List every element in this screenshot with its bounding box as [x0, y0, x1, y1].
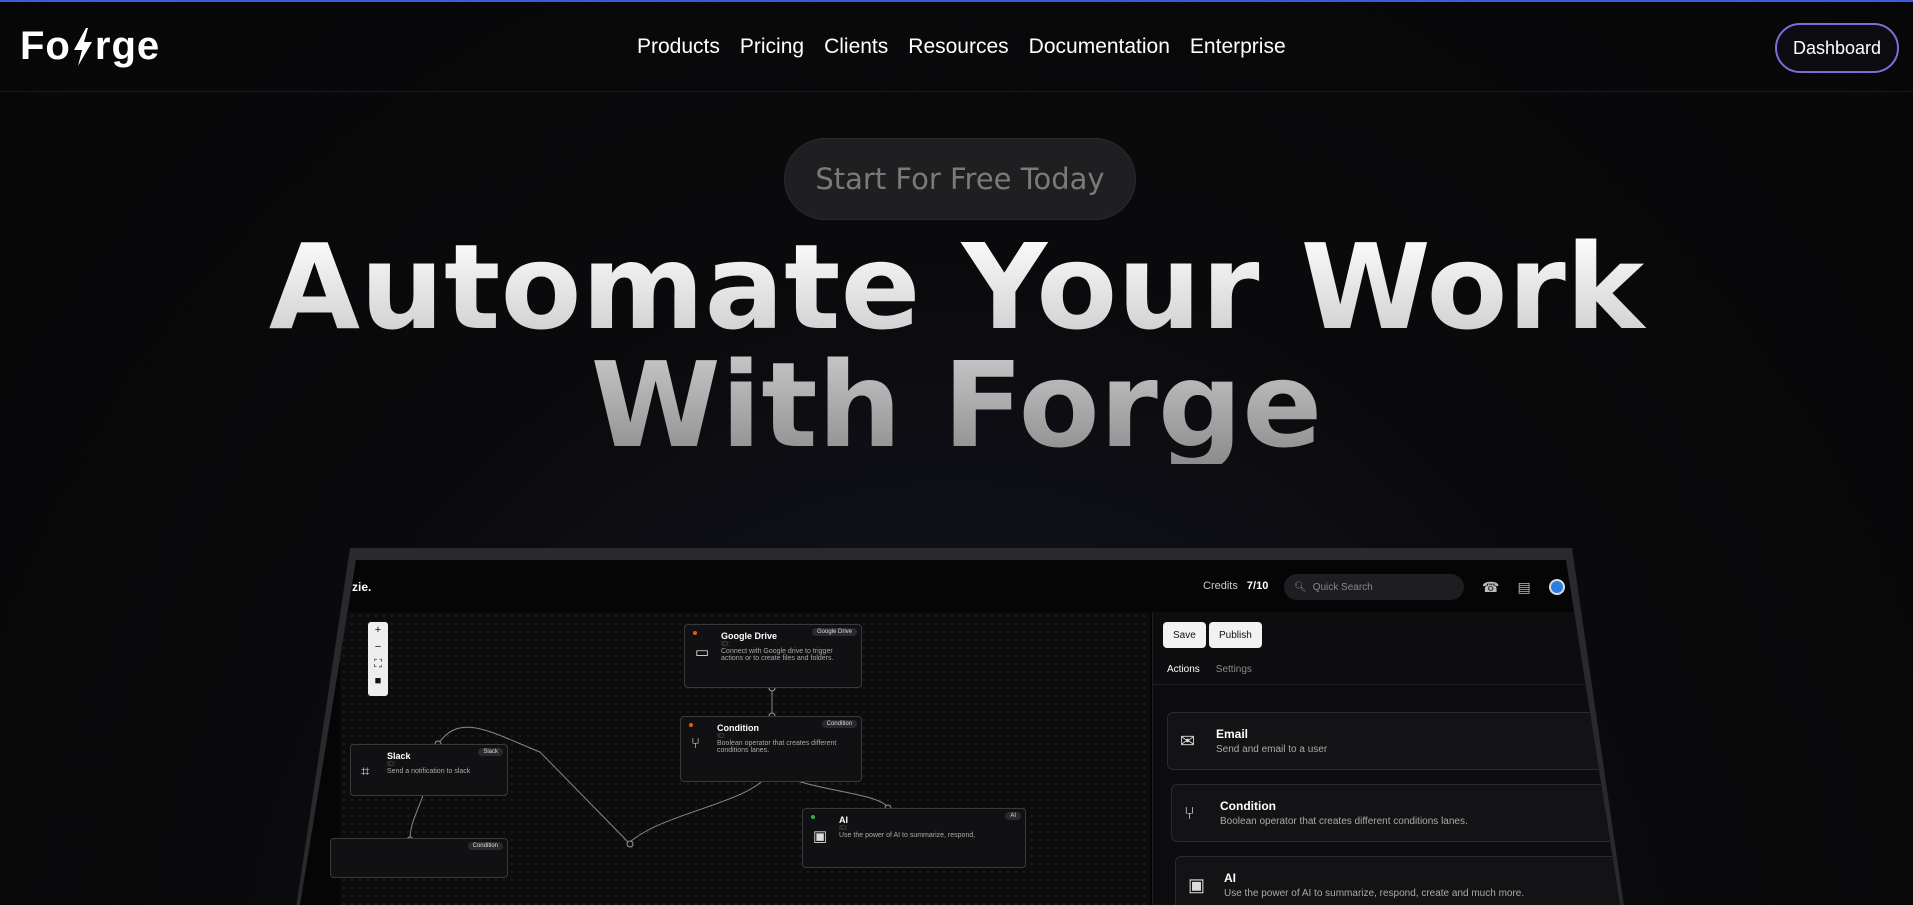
node-id: ID:	[717, 733, 726, 740]
hero-heading: Automate Your Work With Forge	[0, 228, 1913, 464]
ai-icon: ▣	[1188, 875, 1206, 895]
publish-button[interactable]: Publish	[1209, 622, 1262, 648]
action-title: AI	[1224, 871, 1236, 885]
credits-label: Credits	[1203, 580, 1238, 592]
app-preview: zie. Credits 7/10 🔍︎ Quick Search ☎ ▤ ⌂ …	[300, 560, 1620, 905]
node-id: ID:	[839, 825, 848, 832]
node-slack[interactable]: ⌗ Slack Slack ID: Send a notification to…	[350, 744, 508, 796]
branch-icon: ⑂	[1184, 803, 1195, 823]
slack-icon: ⌗	[361, 763, 370, 780]
node-title: AI	[839, 815, 848, 825]
node-ai[interactable]: ▣ AI AI ID: Use the power of AI to summa…	[802, 808, 1026, 868]
drive-icon: ▭	[695, 644, 710, 661]
app-toolbar-icons: ☎ ▤	[1482, 579, 1565, 596]
node-tag: Slack	[478, 748, 503, 756]
action-ai[interactable]: ▣ AI Use the power of AI to summarize, r…	[1175, 856, 1620, 905]
tab-actions[interactable]: Actions	[1167, 664, 1200, 675]
node-condition[interactable]: ⑂ Condition Condition ID: Boolean operat…	[680, 716, 862, 782]
ai-icon: ▣	[813, 828, 828, 845]
nav-products[interactable]: Products	[637, 35, 720, 59]
node-id: ID:	[387, 761, 396, 768]
grid-icon[interactable]: ▦	[312, 661, 324, 677]
site-header: Fo rge Products Pricing Clients Resource…	[0, 2, 1913, 92]
nav-resources[interactable]: Resources	[908, 35, 1008, 59]
branch-icon: ⑂	[691, 735, 701, 752]
status-dot	[689, 723, 693, 727]
node-condition-2[interactable]: Condition	[330, 838, 508, 878]
logo-text-start: Fo	[20, 24, 71, 68]
headset-icon[interactable]: ☎	[1482, 579, 1499, 596]
action-title: Condition	[1220, 799, 1276, 813]
app-topbar: zie. Credits 7/10 🔍︎ Quick Search ☎ ▤	[300, 560, 1620, 610]
panel-tabs: Actions Settings	[1167, 664, 1252, 675]
divider	[1153, 684, 1620, 685]
node-id: ID:	[721, 641, 730, 648]
nav-enterprise[interactable]: Enterprise	[1190, 35, 1286, 59]
tab-settings[interactable]: Settings	[1216, 664, 1252, 675]
mail-icon: ✉	[1180, 731, 1196, 751]
workflow-canvas[interactable]: + − ⛶ ■ ▭ Google Drive Google Drive ID: …	[330, 612, 1150, 905]
action-desc: Use the power of AI to summarize, respon…	[1224, 888, 1525, 899]
book-icon[interactable]: ▤	[1517, 579, 1530, 596]
node-tag: AI	[1005, 812, 1021, 820]
credits-counter: Credits 7/10	[1203, 580, 1268, 592]
home-icon[interactable]: ⌂	[312, 620, 324, 635]
node-google-drive[interactable]: ▭ Google Drive Google Drive ID: Connect …	[684, 624, 862, 688]
action-title: Email	[1216, 727, 1249, 741]
start-free-button[interactable]: Start For Free Today	[784, 138, 1136, 220]
avatar[interactable]	[1548, 579, 1565, 595]
nav-documentation[interactable]: Documentation	[1029, 35, 1170, 59]
hero-line-1: Automate Your Work	[268, 218, 1645, 356]
node-desc: Boolean operator that creates different …	[717, 740, 837, 754]
action-email[interactable]: ✉ Email Send and email to a user	[1167, 712, 1620, 770]
node-tag: Google Drive	[811, 628, 857, 636]
node-tag: Condition	[821, 720, 857, 728]
status-dot	[693, 631, 697, 635]
logo-text-end: rge	[94, 24, 161, 68]
node-tag: Condition	[467, 842, 503, 850]
lightning-icon	[73, 27, 92, 66]
nav-pricing[interactable]: Pricing	[740, 35, 804, 59]
actions-panel: Save Publish Actions Settings ✉ Email Se…	[1152, 612, 1620, 905]
node-desc: Connect with Google drive to trigger act…	[721, 648, 834, 662]
search-icon: 🔍︎	[1294, 581, 1307, 593]
quick-search-input[interactable]: 🔍︎ Quick Search	[1284, 574, 1464, 600]
forge-logo[interactable]: Fo rge	[20, 24, 160, 69]
gear-icon[interactable]: ⚙	[312, 703, 324, 719]
node-desc: Use the power of AI to summarize, respon…	[839, 832, 976, 839]
dashboard-button[interactable]: Dashboard	[1775, 23, 1899, 73]
hero-line-2: With Forge	[590, 336, 1323, 474]
save-button[interactable]: Save	[1163, 622, 1206, 648]
search-placeholder: Quick Search	[1312, 581, 1373, 593]
credits-value: 7/10	[1246, 580, 1269, 592]
nav-clients[interactable]: Clients	[824, 35, 888, 59]
status-dot	[811, 815, 815, 819]
action-desc: Boolean operator that creates different …	[1220, 816, 1468, 827]
main-nav: Products Pricing Clients Resources Docum…	[637, 35, 1286, 59]
app-logo: zie.	[352, 580, 372, 594]
node-desc: Send a notification to slack	[387, 768, 471, 775]
action-condition[interactable]: ⑂ Condition Boolean operator that create…	[1171, 784, 1620, 842]
action-desc: Send and email to a user	[1216, 744, 1328, 755]
